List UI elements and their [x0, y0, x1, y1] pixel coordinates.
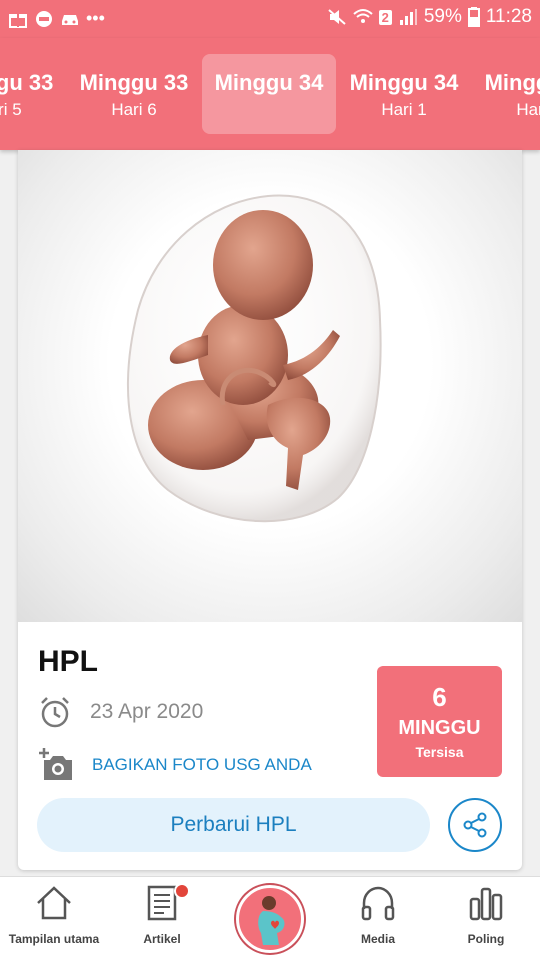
weeks-remaining-badge: 6 MINGGU Tersisa [377, 666, 502, 777]
week-selector: Minggu 33 Hari 5 Minggu 33 Hari 6 Minggu… [0, 38, 540, 150]
share-icon [463, 812, 487, 838]
fetus-image [127, 194, 382, 523]
add-photo-icon [39, 748, 72, 780]
bottom-navigation: Tampilan utama Artikel Media Poling [0, 876, 540, 960]
week-tab-week: Minggu 34 [214, 70, 324, 95]
nav-pregnancy[interactable] [236, 885, 304, 953]
weeks-remaining-unit: MINGGU [398, 717, 481, 739]
battery-icon [467, 7, 480, 27]
poll-icon [469, 887, 503, 921]
wifi-icon [352, 9, 373, 23]
signal-icon [399, 9, 417, 25]
headphones-icon [361, 886, 395, 921]
mute-icon [327, 9, 346, 25]
system-status: 2 59% 11:28 [327, 6, 532, 28]
nav-home[interactable]: Tampilan utama [0, 883, 108, 946]
share-button[interactable] [448, 798, 502, 852]
notification-icons: ••• [8, 8, 105, 29]
weeks-remaining-number: 6 [432, 682, 447, 712]
week-tab[interactable]: Minggu 34 Hari 2 [472, 54, 540, 134]
sim-badge: 2 [378, 9, 392, 25]
notification-badge [174, 883, 190, 899]
battery-percent: 59% [423, 6, 462, 27]
car-icon [62, 14, 78, 25]
nav-home-label: Tampilan utama [8, 932, 100, 946]
weeks-remaining-caption: Tersisa [415, 744, 464, 760]
week-tab-day: Hari 6 [111, 100, 157, 119]
week-tab[interactable]: Minggu 33 Hari 6 [67, 54, 201, 134]
alarm-clock-icon [41, 697, 69, 728]
week-tab[interactable]: Minggu 33 Hari 5 [0, 54, 66, 134]
nav-articles[interactable]: Artikel [108, 883, 216, 946]
more-notifications-icon: ••• [86, 8, 105, 28]
fetus-illustration [18, 150, 522, 622]
week-tab-week: Minggu 33 [79, 70, 189, 95]
due-date-card: HPL 23 Apr 2020 BAGIKAN FOTO USG ANDA 6 … [18, 150, 522, 870]
nav-media[interactable]: Media [324, 883, 432, 946]
week-tab[interactable]: Minggu 34 Hari 1 [337, 54, 471, 134]
nav-polls-label: Poling [467, 932, 505, 946]
week-tab-week: Minggu 34 [349, 70, 459, 95]
week-tab-day: Hari 5 [0, 100, 22, 119]
week-tab-selected[interactable]: Minggu 34 [202, 54, 336, 134]
nav-polls[interactable]: Poling [432, 883, 540, 946]
update-due-date-button[interactable]: Perbarui HPL [37, 798, 430, 852]
pregnancy-icon [258, 896, 285, 945]
week-tab-week: Minggu 33 [0, 70, 54, 95]
status-bar: ••• 2 59% 11:28 [0, 0, 540, 38]
due-date-row: 23 Apr 2020 [38, 695, 203, 729]
week-tab-week: Minggu 34 [484, 70, 540, 95]
chat-icon [36, 10, 52, 27]
share-ultrasound-link[interactable]: BAGIKAN FOTO USG ANDA [92, 755, 312, 775]
share-ultrasound-row[interactable]: BAGIKAN FOTO USG ANDA [38, 748, 312, 782]
card-title: HPL [38, 645, 98, 678]
home-icon [37, 886, 71, 920]
week-tab-day: Hari 2 [516, 100, 540, 119]
nav-articles-label: Artikel [143, 932, 181, 946]
nav-media-label: Media [360, 932, 395, 946]
due-date-value: 23 Apr 2020 [90, 700, 204, 723]
clock: 11:28 [485, 6, 532, 27]
week-tab-day: Hari 1 [381, 100, 427, 119]
gift-icon [9, 13, 27, 28]
